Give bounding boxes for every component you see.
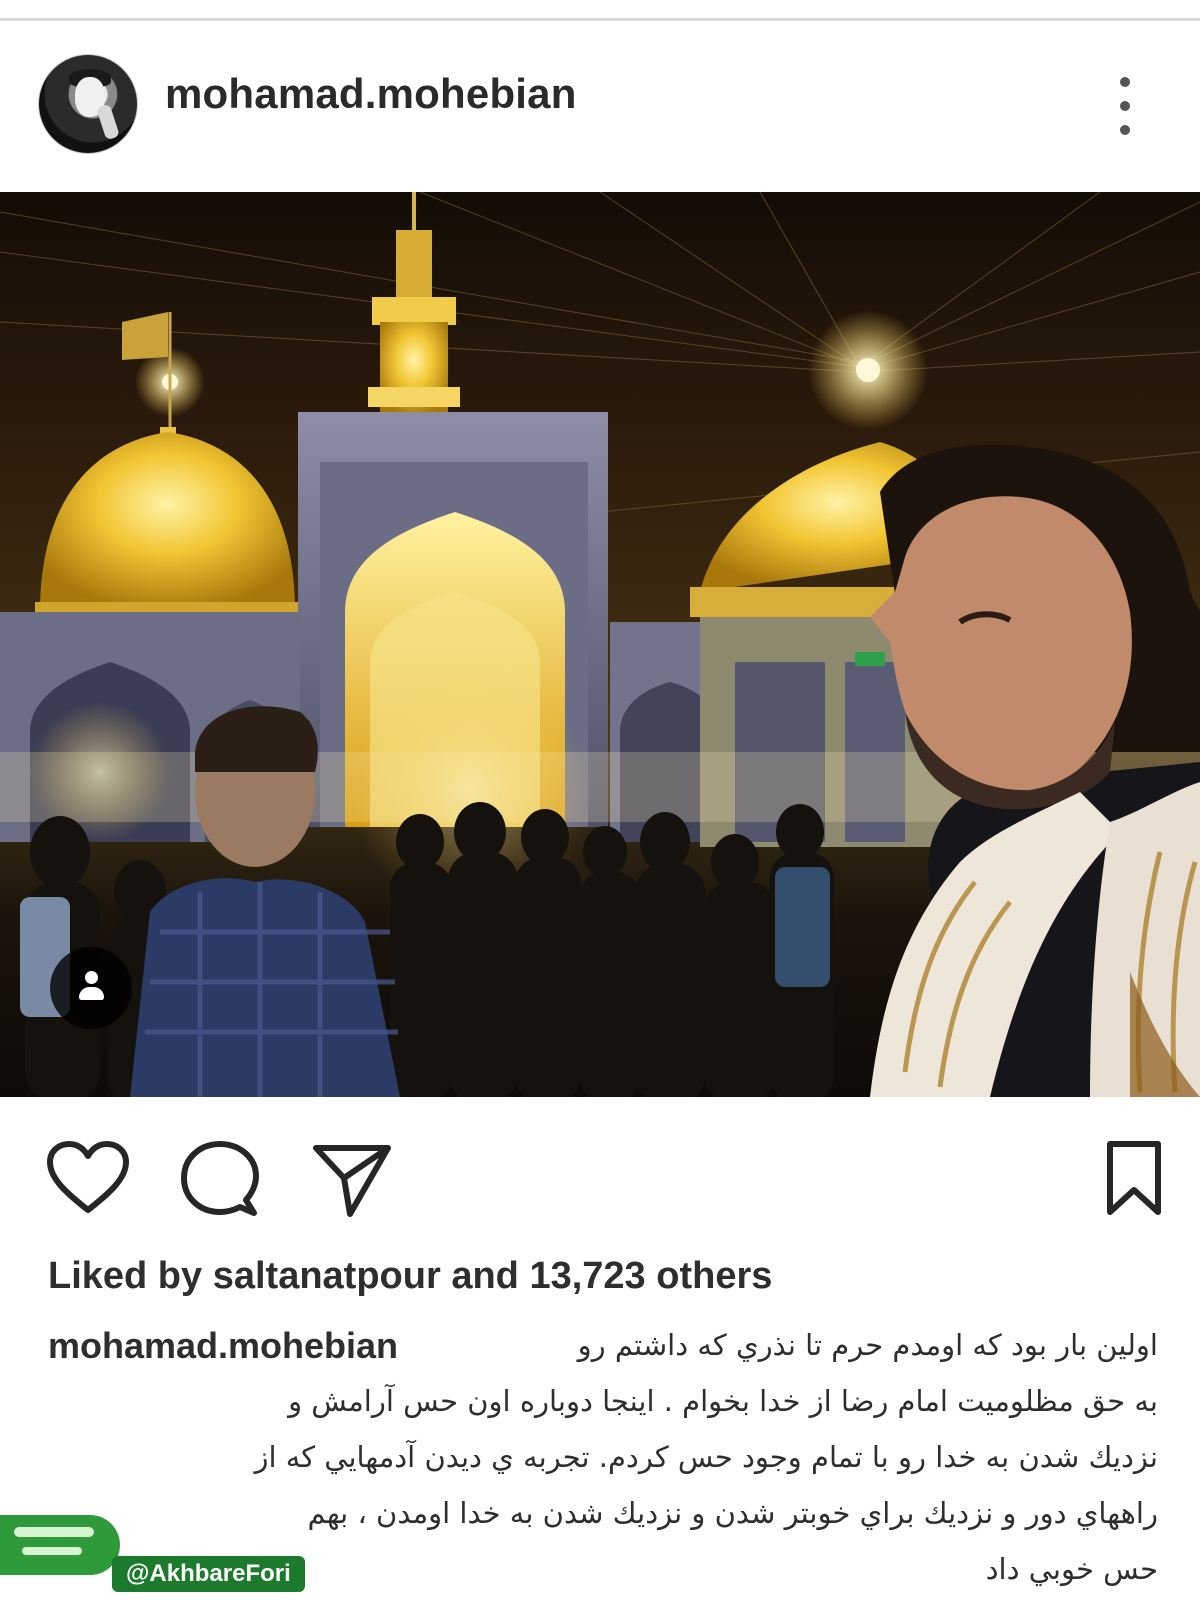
- post-caption: اولین بار بود که اومدم حرم تا نذري که دا…: [48, 1317, 1158, 1597]
- top-divider: [0, 18, 1200, 21]
- post-username[interactable]: mohamad.mohebian: [165, 70, 577, 118]
- caption-line: راههاي دور و نزديك براي خوبتر شدن و نزدي…: [307, 1496, 1158, 1530]
- post-photo[interactable]: [0, 192, 1200, 1097]
- post-actions: [0, 1120, 1200, 1230]
- heart-icon[interactable]: [45, 1140, 131, 1216]
- watermark-logo: [0, 1515, 120, 1575]
- bookmark-icon[interactable]: [1104, 1140, 1164, 1216]
- comment-icon[interactable]: [180, 1140, 260, 1220]
- shrine-night-scene: [0, 192, 1200, 1097]
- avatar-hand: [96, 103, 120, 141]
- send-icon[interactable]: [312, 1140, 392, 1218]
- caption-line: نزديك شدن به خدا رو با تمام وجود حس كردم…: [254, 1440, 1158, 1474]
- watermark-handle: @AkhbareFori: [112, 1556, 305, 1592]
- more-vertical-icon[interactable]: [1112, 75, 1142, 155]
- likes-connector: and: [451, 1255, 519, 1297]
- profile-avatar[interactable]: [38, 54, 138, 154]
- likes-prefix: Liked by: [48, 1255, 203, 1297]
- user-tag-icon[interactable]: [50, 947, 132, 1029]
- post-header: mohamad.mohebian: [0, 30, 1200, 190]
- likes-liker[interactable]: saltanatpour: [213, 1255, 441, 1297]
- likes-count[interactable]: 13,723 others: [529, 1255, 772, 1297]
- caption-line: اولین بار بود که اومدم حرم تا نذري که دا…: [577, 1328, 1158, 1362]
- likes-summary[interactable]: Liked by saltanatpour and 13,723 others: [48, 1255, 772, 1298]
- caption-line: به حق مظلوميت امام رضا از خدا بخوام . اي…: [288, 1384, 1158, 1418]
